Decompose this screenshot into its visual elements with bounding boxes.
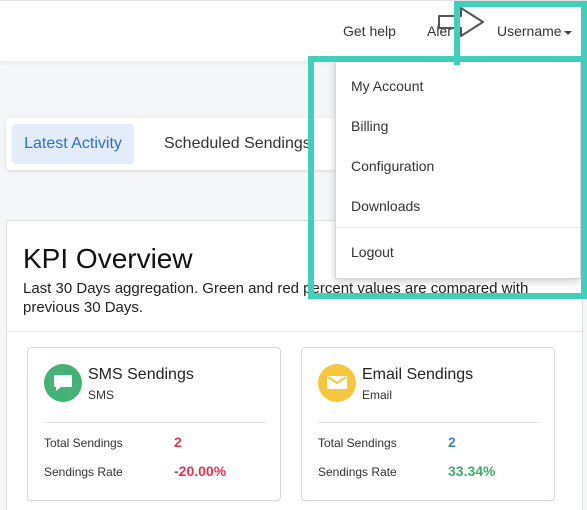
activity-tabs: Latest Activity Scheduled Sendings — [6, 118, 346, 170]
highlight-frame — [308, 56, 587, 299]
sendings-rate-value: -20.00% — [174, 463, 227, 479]
sendings-rate-label: Sendings Rate — [318, 465, 397, 479]
envelope-icon — [318, 364, 356, 402]
sms-sendings-card: SMS Sendings SMS Total Sendings 2 Sendin… — [27, 347, 281, 501]
card-title: SMS Sendings — [88, 366, 194, 383]
divider — [7, 331, 582, 332]
total-sendings-label: Total Sendings — [318, 436, 397, 450]
card-subtitle: Email — [362, 388, 393, 402]
card-title: Email Sendings — [362, 366, 474, 383]
sendings-rate-value: 33.34% — [448, 463, 496, 479]
kpi-title: KPI Overview — [23, 243, 193, 274]
total-sendings-label: Total Sendings — [44, 436, 123, 450]
total-sendings-value: 2 — [448, 434, 456, 450]
sendings-rate-label: Sendings Rate — [44, 465, 123, 479]
tab-scheduled-sendings[interactable]: Scheduled Sendings — [164, 124, 311, 164]
total-sendings-value: 2 — [174, 434, 182, 450]
email-sendings-card: Email Sendings Email Total Sendings 2 Se… — [301, 347, 555, 501]
card-divider — [44, 422, 266, 423]
card-subtitle: SMS — [88, 388, 115, 402]
chat-bubble-icon — [44, 364, 82, 402]
tab-latest-activity[interactable]: Latest Activity — [12, 124, 134, 164]
card-divider — [318, 422, 540, 423]
get-help-link[interactable]: Get help — [343, 23, 396, 39]
